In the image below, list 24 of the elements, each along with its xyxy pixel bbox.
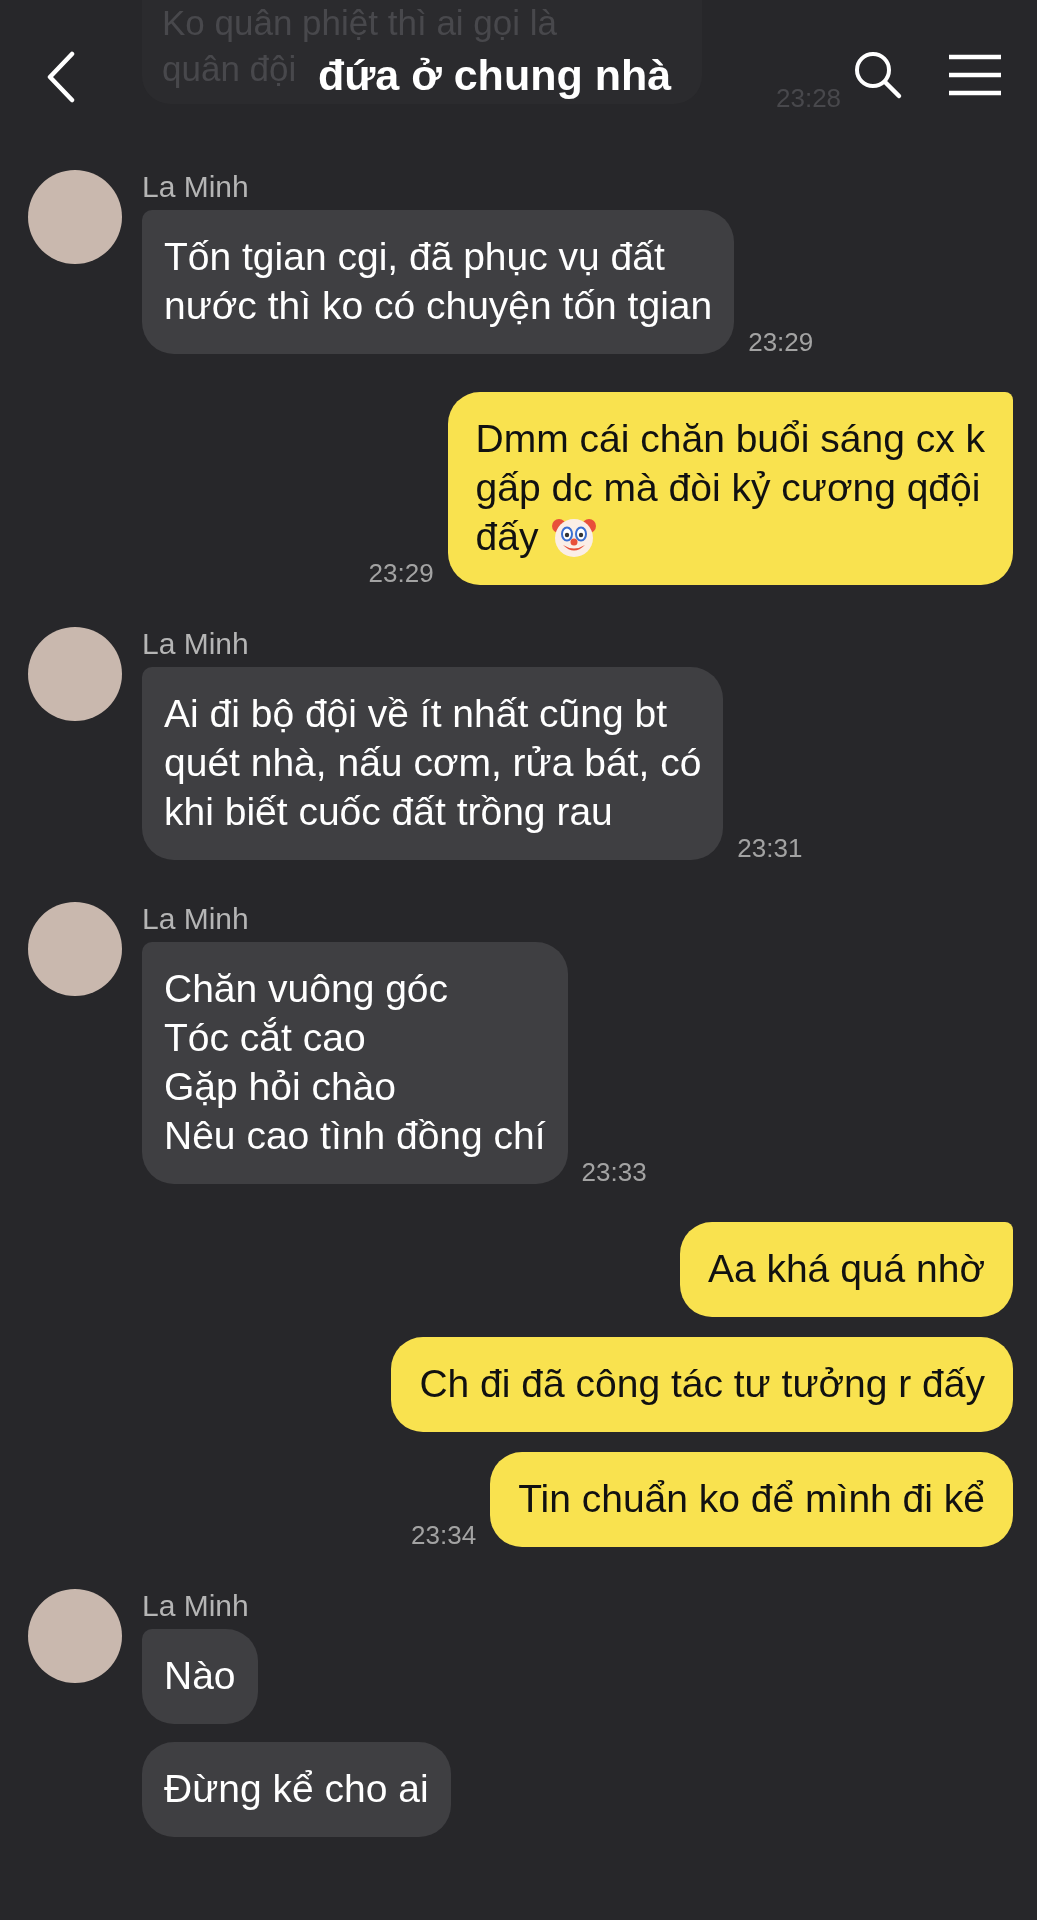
back-icon[interactable] [46,51,76,103]
message-time: 23:33 [581,1157,647,1188]
message-bubble: Ai đi bộ đội về ít nhất cũng bt quét nhà, nấu cơm, rửa bát, có khi biết cuốc đất trồng rau [142,667,724,860]
menu-icon[interactable] [947,54,1003,96]
message-bubble: Tốn tgian cgi, đã phục vụ đất nước thì ko có chuyện tốn tgian [142,210,735,354]
message-bubble: Đừng kể cho ai [142,1742,451,1837]
message-text: Dmm cái chăn buổi sáng cx k [475,416,985,462]
sender-name: La Minh [142,902,250,936]
message-time: 23:34 [411,1520,477,1551]
sender-name: La Minh [142,170,250,204]
message-bubble: Ch đi đã công tác tư tưởng r đấy [391,1337,1013,1432]
message-bubble: Nào [142,1629,258,1724]
message-time: 23:29 [748,327,814,358]
message-time: 23:29 [368,558,434,589]
message-bubble: Aa khá quá nhờ [679,1222,1013,1317]
search-icon[interactable] [853,50,903,100]
message-time: 23:31 [737,833,803,864]
sender-name: La Minh [142,1589,250,1623]
message-text: gấp dc mà đòi kỷ cương qđội [475,465,981,511]
message-bubble: Tin chuẩn ko để mình đi kể [490,1452,1013,1547]
message-bubble: Chăn vuông góc Tóc cắt cao Gặp hỏi chào Nêu cao tình đồng chí [142,942,568,1184]
chat-title: đứa ở chung nhà [317,50,672,100]
message-text: đấy [475,514,539,560]
sender-name: La Minh [142,627,250,661]
